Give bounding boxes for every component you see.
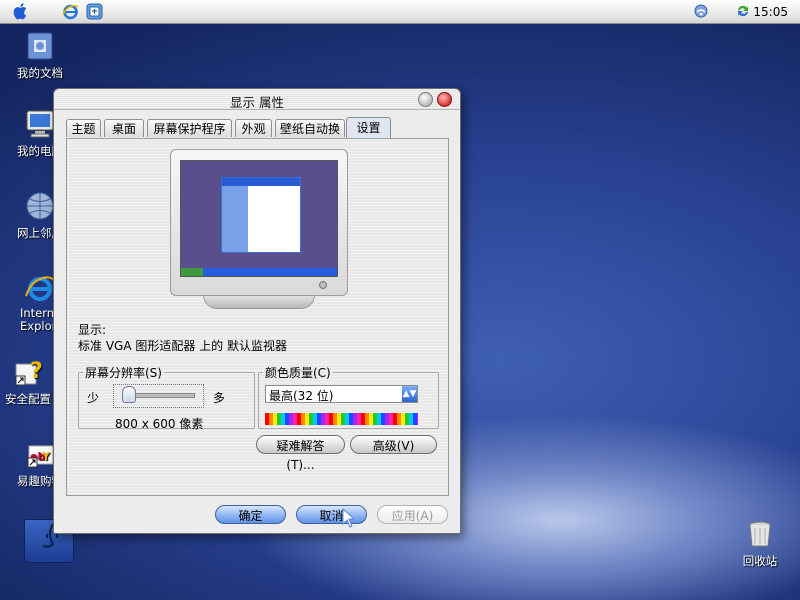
dropdown-arrow-icon[interactable]: ▲▼ <box>402 386 417 402</box>
resolution-legend: 屏幕分辨率(S) <box>85 366 162 380</box>
monitor-stand <box>203 295 315 309</box>
settings-panel: 显示: 标准 VGA 图形适配器 上的 默认监视器 屏幕分辨率(S) 少 多 8… <box>66 138 449 496</box>
security-config-icon: ? <box>12 356 44 388</box>
trash-icon <box>744 518 776 550</box>
slider-more-label: 多 <box>213 391 226 405</box>
title-bar[interactable]: 显示 属性 <box>54 89 460 110</box>
advanced-button[interactable]: 高级(V) <box>350 435 437 454</box>
ok-button[interactable]: 确定 <box>215 505 286 524</box>
resolution-slider-thumb[interactable] <box>122 386 136 403</box>
preview-window <box>221 177 301 253</box>
documents-folder-icon <box>24 30 56 62</box>
display-properties-window: 显示 属性 主题 桌面 屏幕保护程序 外观 壁纸自动换 设置 显示: 标准 VG… <box>53 88 461 534</box>
minimize-button[interactable] <box>418 92 433 107</box>
color-quality-selected: 最高(32 位) <box>269 389 334 403</box>
tab-desktop[interactable]: 桌面 <box>104 119 144 137</box>
shopping-icon: eb Y <box>24 438 56 470</box>
svg-text:Y: Y <box>41 450 51 463</box>
tab-settings[interactable]: 设置 <box>346 117 391 138</box>
desktop-icon-label: 我的文档 <box>17 66 63 80</box>
cancel-button[interactable]: 取消 <box>296 505 367 524</box>
monitor-preview <box>170 149 348 296</box>
menu-bar: 15:05 <box>0 0 800 24</box>
color-quality-select[interactable]: 最高(32 位) ▲▼ <box>265 385 418 403</box>
sync-icon[interactable] <box>735 3 751 19</box>
monitor-screen <box>180 160 338 277</box>
computer-icon <box>24 108 56 140</box>
slider-less-label: 少 <box>87 391 100 405</box>
tab-wallpaper-changer[interactable]: 壁纸自动换 <box>275 119 345 137</box>
tab-appearance[interactable]: 外观 <box>235 119 272 137</box>
preview-taskbar <box>181 268 337 276</box>
ie-icon[interactable] <box>62 3 79 20</box>
mouse-cursor-icon <box>342 508 356 528</box>
resolution-group: 屏幕分辨率(S) 少 多 800 x 600 像素 <box>78 364 255 431</box>
desktop-icon-my-documents[interactable]: 我的文档 <box>0 30 80 81</box>
color-quality-group: 颜色质量(C) 最高(32 位) ▲▼ <box>258 364 439 429</box>
tab-screensaver[interactable]: 屏幕保护程序 <box>147 119 232 137</box>
wifi-icon[interactable] <box>693 3 709 19</box>
power-light-icon <box>319 281 327 289</box>
desktop-icon-label: 回收站 <box>742 554 778 568</box>
finder-icon[interactable] <box>86 3 103 20</box>
network-globe-icon <box>24 190 56 222</box>
close-button[interactable] <box>437 92 452 107</box>
svg-text:?: ? <box>30 359 43 384</box>
apply-button: 应用(A) <box>377 505 448 524</box>
window-title: 显示 属性 <box>230 95 284 110</box>
desktop-icon-recycle-bin[interactable]: 回收站 <box>720 518 800 569</box>
resolution-value: 800 x 600 像素 <box>115 417 204 431</box>
display-device-value: 标准 VGA 图形适配器 上的 默认监视器 <box>78 339 287 353</box>
clock[interactable]: 15:05 <box>753 5 788 19</box>
color-quality-legend: 颜色质量(C) <box>265 366 331 380</box>
apple-logo-icon[interactable] <box>12 2 30 20</box>
troubleshoot-button[interactable]: 疑难解答(T)... <box>256 435 345 472</box>
tab-theme[interactable]: 主题 <box>66 119 101 137</box>
display-label: 显示: <box>78 323 107 337</box>
color-spectrum-bar <box>265 413 418 425</box>
ie-icon <box>24 272 56 304</box>
